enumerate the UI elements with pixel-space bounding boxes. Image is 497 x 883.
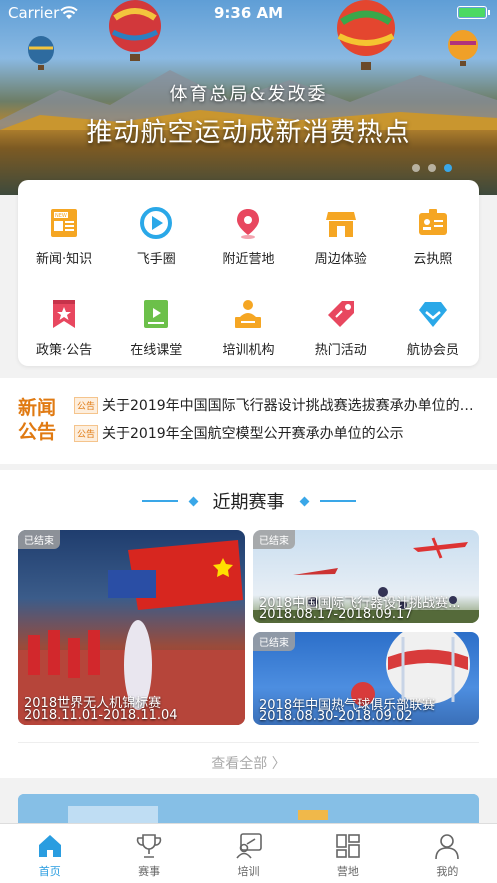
tab-training[interactable]: 培训 bbox=[199, 824, 298, 883]
license-card-icon bbox=[418, 209, 447, 235]
menu-item-flyer-circle[interactable]: 飞手圈 bbox=[110, 206, 202, 267]
quick-menu-card: NEW 新闻·知识 飞手圈 附近营地 周边体验 云执照 政策·公告 在线课堂 培… bbox=[18, 180, 479, 366]
news-logo: 新闻 公告 bbox=[18, 397, 57, 443]
divider bbox=[18, 742, 479, 743]
clock-time: 9:36 AM bbox=[213, 4, 284, 22]
status-badge: 已结束 bbox=[253, 632, 295, 651]
news-item[interactable]: 公告 关于2019年全国航空模型公开赛承办单位的公示 bbox=[74, 422, 482, 444]
tag-icon bbox=[327, 301, 354, 327]
camp-grid-icon bbox=[336, 834, 360, 858]
menu-label: 热门活动 bbox=[314, 343, 367, 358]
tab-events[interactable]: 赛事 bbox=[99, 824, 198, 883]
tab-camp[interactable]: 营地 bbox=[298, 824, 397, 883]
status-bar: Carrier 9:36 AM bbox=[0, 0, 497, 26]
tab-profile[interactable]: 我的 bbox=[398, 824, 497, 883]
menu-label: 新闻·知识 bbox=[36, 252, 93, 267]
pagination-dot[interactable] bbox=[428, 164, 436, 172]
news-item-title: 关于2019年中国国际飞行器设计挑战赛选拔赛承办单位的公示 bbox=[102, 398, 482, 414]
recent-events-section: 近期赛事 已结束 2018世界无人机锦标赛 2018.11.01-2018.11… bbox=[0, 470, 497, 778]
location-pin-icon bbox=[237, 209, 260, 239]
section-title: 近期赛事 bbox=[212, 492, 285, 513]
menu-label: 云执照 bbox=[413, 252, 453, 267]
menu-item-policy[interactable]: 政策·公告 bbox=[18, 297, 110, 358]
pagination-dot[interactable] bbox=[412, 164, 420, 172]
banner-subtitle: 体育总局&发改委 bbox=[169, 84, 328, 105]
event-date: 2018.11.01-2018.11.04 bbox=[24, 708, 178, 723]
tab-label: 首页 bbox=[38, 865, 61, 878]
home-icon bbox=[38, 835, 61, 857]
news-announcement-panel: 新闻 公告 公告 关于2019年中国国际飞行器设计挑战赛选拔赛承办单位的公示 公… bbox=[0, 378, 497, 464]
banner-title: 推动航空运动成新消费热点 bbox=[86, 118, 411, 148]
diamond-icon bbox=[418, 302, 447, 327]
announcement-tag: 公告 bbox=[74, 396, 99, 414]
status-badge: 已结束 bbox=[18, 530, 60, 549]
event-date: 2018.08.17-2018.09.17 bbox=[259, 607, 413, 622]
pagination-dot-active[interactable] bbox=[444, 164, 452, 172]
shop-icon bbox=[325, 212, 356, 237]
tab-label: 培训 bbox=[237, 865, 260, 878]
menu-item-experience[interactable]: 周边体验 bbox=[295, 206, 387, 267]
menu-label: 飞手圈 bbox=[136, 252, 176, 267]
menu-item-nearby-camp[interactable]: 附近营地 bbox=[202, 206, 294, 267]
menu-label: 政策·公告 bbox=[36, 343, 93, 358]
tab-label: 营地 bbox=[336, 865, 359, 878]
news-icon: NEW bbox=[51, 209, 78, 237]
menu-label: 培训机构 bbox=[222, 343, 275, 358]
balloon-image bbox=[28, 36, 54, 70]
menu-item-cloud-license[interactable]: 云执照 bbox=[387, 206, 479, 267]
circle-play-icon bbox=[140, 207, 173, 239]
view-all-link[interactable]: 查看全部 〉 bbox=[0, 753, 497, 773]
event-card[interactable]: 已结束 2018年中国热气球俱乐部联赛 2018.08.30-2018.09.0… bbox=[253, 632, 479, 725]
lecturer-icon bbox=[235, 300, 262, 328]
bottom-tab-bar: 首页 赛事 培训 营地 我的 bbox=[0, 823, 497, 883]
news-item-title: 关于2019年全国航空模型公开赛承办单位的公示 bbox=[102, 426, 404, 442]
news-item[interactable]: 公告 关于2019年中国国际飞行器设计挑战赛选拔赛承办单位的公示 bbox=[74, 394, 482, 416]
video-play-icon bbox=[144, 300, 169, 328]
user-icon bbox=[435, 834, 460, 860]
banner-pagination[interactable] bbox=[412, 164, 452, 172]
menu-label: 周边体验 bbox=[314, 252, 367, 267]
event-card[interactable]: 已结束 2018世界无人机锦标赛 2018.11.01-2018.11.04 bbox=[18, 530, 245, 725]
tab-label: 我的 bbox=[436, 865, 459, 878]
event-card[interactable]: 已结束 2018中国国际飞行器设计挑战赛... 2018.08.17-2018.… bbox=[253, 530, 479, 623]
menu-item-news[interactable]: NEW 新闻·知识 bbox=[18, 206, 110, 267]
menu-item-hot-events[interactable]: 热门活动 bbox=[295, 297, 387, 358]
menu-label: 附近营地 bbox=[222, 252, 275, 267]
status-badge: 已结束 bbox=[253, 530, 295, 549]
trophy-icon bbox=[136, 834, 162, 858]
bookmark-star-icon bbox=[53, 300, 76, 328]
menu-item-training-org[interactable]: 培训机构 bbox=[202, 297, 294, 358]
tab-label: 赛事 bbox=[138, 865, 161, 878]
section-heading: 近期赛事 bbox=[0, 488, 497, 514]
menu-label: 航协会员 bbox=[406, 343, 459, 358]
menu-item-membership[interactable]: 航协会员 bbox=[387, 297, 479, 358]
balloon-image bbox=[448, 30, 478, 66]
training-icon bbox=[235, 833, 262, 859]
event-date: 2018.08.30-2018.09.02 bbox=[259, 709, 413, 724]
tab-home[interactable]: 首页 bbox=[0, 824, 99, 883]
hero-banner[interactable]: Carrier 9:36 AM 体育总局&发改委 推动航空运动成新消费热点 bbox=[0, 0, 497, 195]
menu-item-online-class[interactable]: 在线课堂 bbox=[110, 297, 202, 358]
menu-label: 在线课堂 bbox=[130, 343, 183, 358]
announcement-tag: 公告 bbox=[74, 424, 99, 442]
svg-text:NEW: NEW bbox=[55, 213, 67, 219]
battery-icon bbox=[457, 6, 490, 19]
